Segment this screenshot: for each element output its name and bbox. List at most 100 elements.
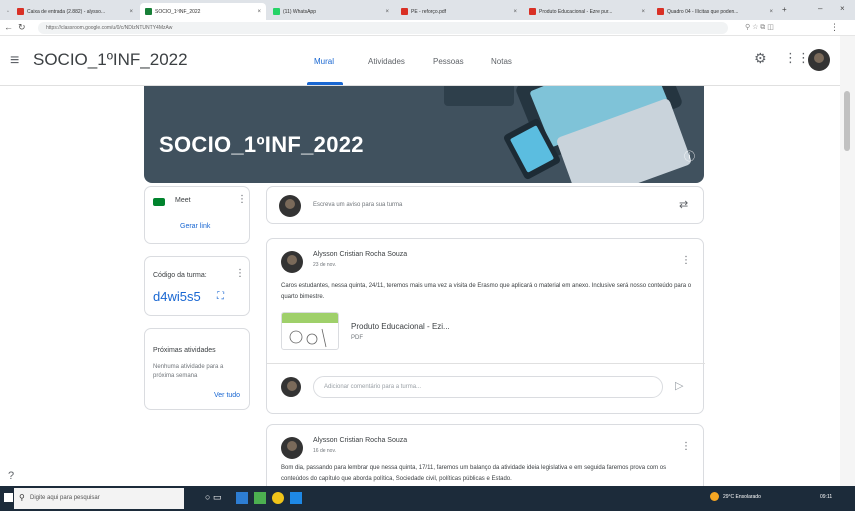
compose-placeholder[interactable]: Escreva um aviso para sua turma	[313, 202, 402, 208]
tab-atividades[interactable]: Atividades	[368, 57, 405, 66]
user-avatar	[279, 195, 301, 217]
window-menu-icon[interactable]: ▫	[2, 3, 12, 20]
author-avatar	[281, 437, 303, 459]
post-body: Caros estudantes, nessa quinta, 24/11, t…	[281, 283, 692, 300]
windows-start-icon[interactable]	[4, 493, 13, 502]
scrollbar-thumb[interactable]	[844, 91, 850, 151]
view-all-link[interactable]: Ver tudo	[214, 392, 240, 399]
class-banner: SOCIO_1ºINF_2022 ⓘ	[144, 86, 704, 183]
search-icon: ⚲	[19, 493, 25, 502]
thumbnail-illustration	[289, 328, 327, 348]
browser-tab-3[interactable]: PE - reforço.pdf ×	[396, 3, 522, 20]
repost-icon[interactable]: ⇄	[679, 198, 688, 211]
taskbar-search-placeholder: Digite aqui para pesquisar	[30, 495, 100, 501]
tab-label: Caixa de entrada (2.882) - alysso...	[27, 8, 106, 15]
tab-mural[interactable]: Mural	[314, 57, 334, 66]
meet-label: Meet	[175, 197, 191, 204]
upcoming-empty-text: Nenhuma atividade para a próxima semana	[153, 364, 224, 379]
browser-tab-1[interactable]: SOCIO_1ºINF_2022 ×	[140, 3, 266, 20]
weather-icon	[710, 492, 719, 501]
close-tab-icon[interactable]: ×	[253, 9, 261, 15]
extensions-icon[interactable]: ⚲ ☆ ⧉ ◫	[745, 23, 774, 32]
post-options-icon[interactable]: ⋮	[681, 441, 691, 452]
page-scrollbar[interactable]	[840, 36, 855, 486]
taskbar-search-box[interactable]: ⚲ Digite aqui para pesquisar	[14, 488, 184, 509]
browser-tab-2[interactable]: (11) WhatsApp ×	[268, 3, 394, 20]
settings-icon[interactable]: ⚙	[754, 50, 767, 67]
browser-tab-0[interactable]: Caixa de entrada (2.882) - alysso... ×	[12, 3, 138, 20]
pdf-icon	[529, 8, 536, 15]
tab-label: SOCIO_1ºINF_2022	[155, 8, 201, 15]
back-icon[interactable]: ←	[4, 22, 13, 32]
taskbar-app-icon[interactable]	[254, 492, 266, 504]
tab-label: PE - reforço.pdf	[411, 8, 447, 15]
whatsapp-icon	[273, 8, 280, 15]
close-window-icon[interactable]: ×	[840, 4, 845, 13]
post-card: Alysson Cristian Rocha Souza 23 de nov. …	[266, 238, 705, 414]
windows-taskbar: ⚲ Digite aqui para pesquisar ○ ▭ 29°C En…	[0, 486, 855, 511]
help-icon[interactable]: ?	[8, 470, 14, 482]
hamburger-menu-icon[interactable]: ≡	[10, 52, 19, 70]
account-avatar[interactable]	[808, 49, 830, 71]
post-date: 16 de nov.	[313, 448, 336, 454]
close-tab-icon[interactable]: ×	[125, 9, 133, 15]
reload-icon[interactable]: ↻	[18, 22, 26, 33]
new-tab-button[interactable]: +	[782, 5, 787, 14]
fullscreen-code-icon[interactable]: ⛶	[217, 291, 224, 302]
post-card: Alysson Cristian Rocha Souza 16 de nov. …	[266, 424, 704, 494]
comment-input[interactable]: Adicionar comentário para a turma...	[313, 376, 663, 398]
comment-placeholder: Adicionar comentário para a turma...	[324, 384, 422, 390]
class-code-options-icon[interactable]: ⋮	[235, 268, 245, 279]
taskbar-app-icon[interactable]	[236, 492, 248, 504]
address-bar-row: ← ↻ https://classroom.google.com/u/0/c/N…	[0, 20, 855, 36]
classroom-header: ≡ SOCIO_1ºINF_2022 Mural Atividades Pess…	[0, 36, 840, 86]
gmail-icon	[17, 8, 24, 15]
close-tab-icon[interactable]: ×	[381, 9, 389, 15]
commenter-avatar	[281, 377, 301, 397]
url-text: https://classroom.google.com/u/0/c/NDIzN…	[46, 25, 173, 31]
taskbar-app-icon[interactable]	[290, 492, 302, 504]
minimize-icon[interactable]: –	[818, 4, 822, 13]
post-author: Alysson Cristian Rocha Souza	[313, 437, 408, 444]
meet-options-icon[interactable]: ⋮	[237, 194, 247, 205]
meet-icon	[153, 198, 165, 206]
attachment-thumbnail[interactable]	[281, 312, 339, 350]
taskbar-app-icon[interactable]	[272, 492, 284, 504]
class-code-value: d4wi5s5	[153, 289, 201, 304]
task-view-icon[interactable]: ○ ▭	[205, 492, 221, 503]
browser-menu-icon[interactable]: ⋮	[830, 22, 839, 33]
post-options-icon[interactable]: ⋮	[681, 255, 691, 266]
tab-label: Produto Educacional - Ezre pur...	[539, 8, 613, 15]
compose-card[interactable]: Escreva um aviso para sua turma ⇄	[266, 186, 704, 224]
divider	[267, 363, 705, 364]
author-avatar	[281, 251, 303, 273]
classroom-icon	[145, 8, 152, 15]
post-date: 23 de nov.	[313, 262, 336, 268]
attachment-name[interactable]: Produto Educacional - Ezi...	[351, 322, 450, 331]
active-tab-indicator	[307, 82, 343, 85]
browser-tab-4[interactable]: Produto Educacional - Ezre pur... ×	[524, 3, 650, 20]
post-author: Alysson Cristian Rocha Souza	[313, 251, 408, 258]
tab-notas[interactable]: Notas	[491, 57, 512, 66]
close-tab-icon[interactable]: ×	[637, 9, 645, 15]
tab-pessoas[interactable]: Pessoas	[433, 57, 464, 66]
upcoming-card: Próximas atividades Nenhuma atividade pa…	[144, 328, 250, 410]
tab-label: Quadro 04 - Ilícitas que poden...	[667, 8, 739, 15]
meet-card: Meet ⋮ Gerar link	[144, 186, 250, 244]
tab-label: (11) WhatsApp	[283, 8, 316, 15]
url-field[interactable]: https://classroom.google.com/u/0/c/NDIzN…	[38, 22, 728, 34]
pdf-icon	[401, 8, 408, 15]
generate-link-button[interactable]: Gerar link	[180, 223, 210, 230]
close-tab-icon[interactable]: ×	[765, 9, 773, 15]
weather-text[interactable]: 29°C Ensolarado	[723, 494, 761, 500]
browser-tab-5[interactable]: Quadro 04 - Ilícitas que poden... ×	[652, 3, 778, 20]
banner-class-title: SOCIO_1ºINF_2022	[159, 132, 364, 157]
class-info-icon[interactable]: ⓘ	[684, 148, 695, 164]
apps-grid-icon[interactable]: ⋮⋮	[784, 50, 810, 66]
upcoming-title: Próximas atividades	[153, 347, 216, 354]
class-title[interactable]: SOCIO_1ºINF_2022	[33, 50, 188, 70]
clock-time[interactable]: 09:11	[820, 494, 832, 500]
close-tab-icon[interactable]: ×	[509, 9, 517, 15]
send-comment-icon[interactable]: ▷	[675, 379, 683, 392]
post-body: Bom dia, passando para lembrar que nessa…	[281, 465, 667, 482]
